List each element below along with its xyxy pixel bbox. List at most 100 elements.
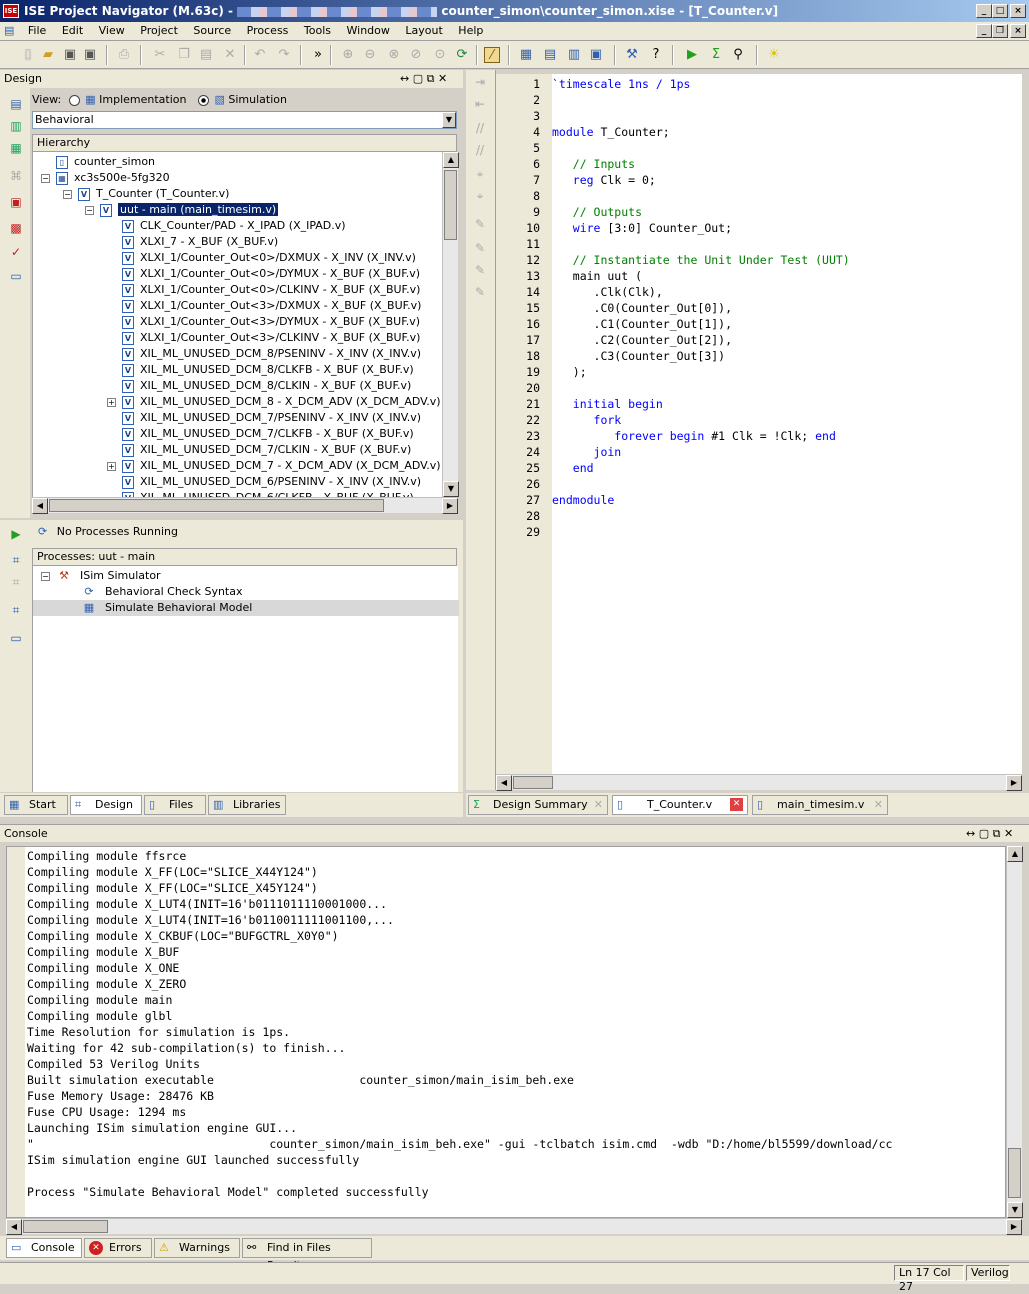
console-vscroll[interactable]: ▲ ▼ (1006, 846, 1023, 1218)
run-process-icon[interactable]: ▶ (8, 526, 24, 542)
editor-hscroll[interactable]: ◀ ▶ (496, 774, 1022, 791)
menu-layout[interactable]: Layout (399, 22, 448, 39)
console-hscroll-thumb[interactable] (23, 1220, 108, 1233)
tree-item[interactable]: − V T_Counter (T_Counter.v) (63, 186, 229, 202)
tab-main-timesim[interactable]: ▯ main_timesim.v ✕ (752, 795, 888, 815)
pin4-icon[interactable]: ✎ (472, 284, 488, 300)
bookmark-icon[interactable]: ⌖ (472, 166, 488, 182)
tree-item[interactable]: V XLXI_1/Counter_Out<3>/DXMUX - X_BUF (X_… (107, 298, 421, 314)
tab-libraries[interactable]: ▥ Libraries (208, 795, 286, 815)
tab-files[interactable]: ▯ Files (144, 795, 206, 815)
tab-start[interactable]: ▦ Start (4, 795, 68, 815)
menu-window[interactable]: Window (341, 22, 396, 39)
expand-icon[interactable]: + (107, 397, 116, 407)
editor-scroll-left-icon[interactable]: ◀ (496, 775, 512, 791)
undo-icon[interactable]: ↶ (252, 47, 268, 63)
bookmark2-icon[interactable]: ⌖ (472, 188, 488, 204)
tab-close-active-icon[interactable]: ✕ (730, 798, 743, 811)
copy-icon[interactable]: ❐ (176, 47, 192, 63)
expand-icon[interactable]: + (107, 461, 116, 471)
remove-icon[interactable]: ▣ (8, 194, 24, 210)
tree-item[interactable]: V XLXI_1/Counter_Out<3>/CLKINV - X_BUF (X… (107, 330, 420, 346)
lightbulb-icon[interactable]: ☀ (766, 47, 782, 63)
process-item[interactable]: ▦ Simulate Behavioral Model (33, 600, 459, 616)
hierarchy-icon[interactable]: ⌘ (8, 168, 24, 184)
delete-icon[interactable]: ✕ (222, 47, 238, 63)
collapse-icon[interactable]: − (85, 205, 94, 215)
tree-item[interactable]: − ▦ xc3s500e-5fg320 (41, 170, 170, 186)
tree-item[interactable]: V XLXI_1/Counter_Out<0>/DYMUX - X_BUF (X_… (107, 266, 420, 282)
panel-dock-icons[interactable]: ↔ ▢ ⧉ ✕ (400, 70, 447, 88)
process-item[interactable]: ⟳ Behavioral Check Syntax (33, 584, 459, 600)
doc-close-button[interactable]: × (1010, 24, 1026, 38)
console-scroll-up-icon[interactable]: ▲ (1007, 846, 1023, 862)
add-copy-icon[interactable]: ▥ (8, 118, 24, 134)
zoom-out-icon[interactable]: ⊖ (362, 47, 378, 63)
scroll-up-icon[interactable]: ▲ (443, 152, 459, 168)
scroll-down-icon[interactable]: ▼ (443, 481, 459, 497)
editor-hscroll-thumb[interactable] (513, 776, 553, 789)
outdent-icon[interactable]: ⇤ (472, 96, 488, 112)
editor-scroll-right-icon[interactable]: ▶ (1006, 775, 1022, 791)
process-tree-icon[interactable]: ⌗ (8, 552, 24, 568)
tree-item[interactable]: V XLXI_1/Counter_Out<3>/DYMUX - X_BUF (X_… (107, 314, 420, 330)
close-button[interactable]: × (1010, 4, 1026, 18)
process-tree3-icon[interactable]: ⌗ (8, 602, 24, 618)
tab-warnings[interactable]: ⚠ Warnings (154, 1238, 240, 1258)
cut-icon[interactable]: ✂ (152, 47, 168, 63)
pin2-icon[interactable]: ✎ (472, 240, 488, 256)
tree-item[interactable]: − Vuut - main (main_timesim.v) (85, 202, 279, 218)
view-dropdown[interactable]: Behavioral ▼ (32, 111, 457, 129)
add-source-icon[interactable]: ▤ (8, 96, 24, 112)
open-icon[interactable]: ▰ (40, 47, 56, 63)
refresh-icon[interactable]: ⟳ (454, 47, 470, 63)
dropdown-arrow-icon[interactable]: ▼ (442, 112, 456, 128)
pin-icon[interactable]: ✎ (472, 216, 488, 232)
collapse-icon[interactable]: − (41, 173, 50, 183)
tab-close-icon[interactable]: ✕ (594, 796, 603, 814)
tree-item[interactable]: V XIL_ML_UNUSED_DCM_8/CLKIN - X_BUF (X_BU… (107, 378, 411, 394)
hierarchy-hscroll[interactable]: ◀ ▶ (32, 497, 458, 514)
save-icon[interactable]: ▣ (62, 47, 78, 63)
tab-find-in-files[interactable]: ⚯Find in Files Results (242, 1238, 372, 1272)
tree-item[interactable]: V CLK_Counter/PAD - X_IPAD (X_IPAD.v) (107, 218, 346, 234)
menu-tools[interactable]: Tools (298, 22, 337, 39)
tree-item[interactable]: VXIL_ML_UNUSED_DCM_6/CLKFB - X_BUF (X_BU… (107, 490, 414, 497)
tile-h-icon[interactable]: ▤ (542, 47, 558, 63)
scroll-right-icon[interactable]: ▶ (442, 498, 458, 514)
doc-restore-button[interactable]: ❐ (992, 24, 1008, 38)
menu-view[interactable]: View (93, 22, 131, 39)
code-editor[interactable]: 1 `timescale 1ns / 1ps 2 3 4 module T_Counter… (496, 74, 1022, 774)
implementation-label[interactable]: Implementation (99, 93, 186, 106)
menu-help[interactable]: Help (452, 22, 489, 39)
redo-icon[interactable]: ↷ (276, 47, 292, 63)
zoom-full-icon[interactable]: ⊗ (386, 47, 402, 63)
tree-item[interactable]: V XIL_ML_UNUSED_DCM_7/CLKFB - X_BUF (X_BU… (107, 426, 414, 442)
wand-icon[interactable]: ⁄ (484, 47, 500, 63)
process-layout-icon[interactable]: ▭ (8, 630, 24, 646)
more-tools-icon[interactable]: » (310, 47, 326, 63)
tree-item[interactable]: + V XIL_ML_UNUSED_DCM_7 - X_DCM_ADV (X_DCM… (107, 458, 441, 474)
cascade-icon[interactable]: ▦ (518, 47, 534, 63)
tab-close2-icon[interactable]: ✕ (874, 796, 883, 814)
tree-item[interactable]: V XIL_ML_UNUSED_DCM_8/PSENINV - X_INV (X_… (107, 346, 421, 362)
uncomment-icon[interactable]: // (472, 142, 488, 158)
tab-errors[interactable]: ✕ Errors (84, 1238, 152, 1258)
process-tree2-icon[interactable]: ⌗ (8, 574, 24, 590)
menu-project[interactable]: Project (134, 22, 184, 39)
collapse-icon[interactable]: − (41, 571, 50, 581)
tree-item[interactable]: V XLXI_1/Counter_Out<0>/DXMUX - X_INV (X_… (107, 250, 416, 266)
scroll-left-icon[interactable]: ◀ (32, 498, 48, 514)
scroll-thumb[interactable] (444, 170, 457, 240)
tree-item[interactable]: V XIL_ML_UNUSED_DCM_6/PSENINV - X_INV (X_… (107, 474, 421, 490)
new-source-icon[interactable]: ▦ (8, 140, 24, 156)
simulation-radio[interactable] (197, 94, 209, 106)
console-hscroll[interactable]: ◀ ▶ (6, 1218, 1022, 1235)
tree-item[interactable]: ▯ counter_simon (41, 154, 155, 170)
implementation-radio[interactable] (68, 94, 80, 106)
menu-process[interactable]: Process (241, 22, 295, 39)
hierarchy-tree[interactable]: ▯ counter_simon − ▦ xc3s500e-5fg320− V T_Count… (32, 152, 442, 497)
tree-item[interactable]: V XLXI_1/Counter_Out<0>/CLKINV - X_BUF (X… (107, 282, 420, 298)
menu-source[interactable]: Source (187, 22, 237, 39)
console-dock-icons[interactable]: ↔ ▢ ⧉ ✕ (966, 825, 1013, 843)
